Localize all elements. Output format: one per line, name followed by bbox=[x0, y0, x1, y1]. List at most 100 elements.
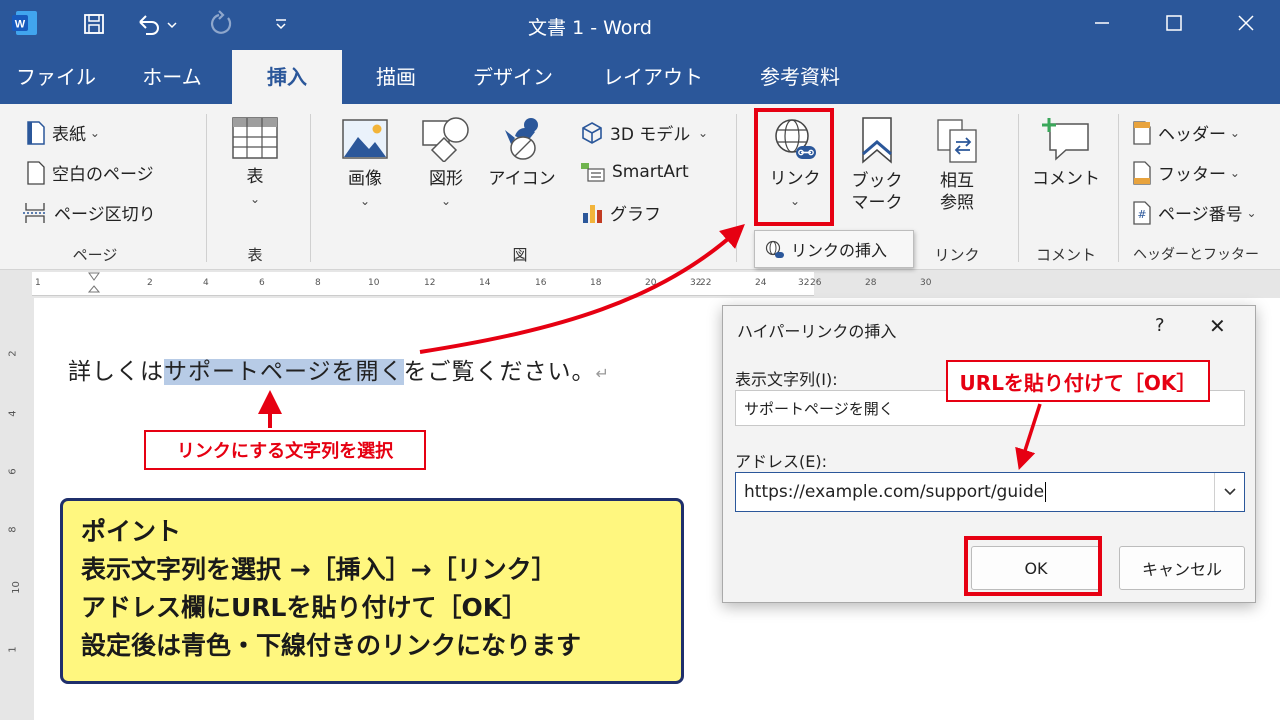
cover-page-icon bbox=[27, 120, 45, 145]
group-separator bbox=[206, 114, 207, 262]
window-title: 文書 1 - Word bbox=[528, 17, 652, 39]
ruler-tick: 6 bbox=[7, 468, 19, 475]
cross-reference-label-1: 相互 bbox=[940, 171, 974, 191]
ruler-tick: 10 bbox=[368, 278, 380, 288]
table-label: 表 bbox=[246, 167, 264, 187]
chart-button[interactable]: グラフ bbox=[580, 200, 661, 225]
cover-page-label: 表紙 bbox=[52, 125, 86, 145]
display-text-label: 表示文字列(I): bbox=[735, 370, 838, 389]
page-number-button[interactable]: # ページ番号 ⌄ bbox=[1132, 200, 1257, 225]
smartart-button[interactable]: SmartArt bbox=[580, 160, 689, 184]
tooltip-text: リンクの挿入 bbox=[791, 241, 888, 260]
point-line: 設定後は青色・下線付きのリンクになります bbox=[81, 631, 582, 660]
ruler-tick: 16 bbox=[535, 278, 547, 288]
chart-label: グラフ bbox=[610, 205, 661, 225]
blank-page-label: 空白のページ bbox=[52, 165, 154, 185]
cube-icon bbox=[582, 121, 602, 144]
cancel-button[interactable]: キャンセル bbox=[1119, 546, 1245, 590]
ribbon: 表紙 ⌄ 空白のページ ページ区切り ページ 表 ⌄ 表 画像 ⌄ 図形 ⌄ ア… bbox=[0, 104, 1280, 270]
paste-url-callout: URLを貼り付けて［OK］ bbox=[946, 360, 1210, 402]
svg-text:#: # bbox=[1137, 208, 1146, 221]
blank-page-icon bbox=[27, 160, 45, 185]
tab-home[interactable]: ホーム bbox=[122, 50, 222, 104]
picture-button[interactable]: 画像 ⌄ bbox=[330, 116, 400, 212]
picture-icon bbox=[342, 119, 388, 159]
dialog-close-icon[interactable]: ✕ bbox=[1209, 314, 1226, 338]
group-label-pages: ページ bbox=[72, 246, 118, 264]
bookmark-label-2: マーク bbox=[851, 193, 903, 213]
group-label-header-footer: ヘッダーとフッター bbox=[1133, 247, 1259, 263]
cross-reference-label-2: 参照 bbox=[940, 193, 974, 213]
group-label-comments: コメント bbox=[1035, 246, 1096, 264]
select-text-callout: リンクにする文字列を選択 bbox=[144, 430, 426, 470]
point-line: 表示文字列を選択 →［挿入］→［リンク］ bbox=[81, 555, 557, 584]
chevron-down-icon bbox=[1223, 488, 1236, 496]
comment-label: コメント bbox=[1032, 169, 1100, 189]
ruler-tick: 18 bbox=[590, 278, 602, 288]
ruler-tick: 1 bbox=[7, 646, 19, 653]
tab-file[interactable]: ファイル bbox=[8, 50, 104, 104]
bookmark-button[interactable]: ブック マーク bbox=[842, 116, 912, 214]
ruler-tick: 4 bbox=[203, 278, 209, 288]
ruler-tick: 12 bbox=[424, 278, 436, 288]
header-icon bbox=[1133, 120, 1151, 145]
indent-marker[interactable] bbox=[88, 272, 100, 296]
chart-icon bbox=[583, 204, 602, 223]
link-button-highlight bbox=[754, 108, 834, 226]
footer-icon bbox=[1133, 160, 1151, 185]
ruler-tick: 2 bbox=[7, 350, 19, 357]
ruler-tick: 24 bbox=[755, 278, 767, 288]
shapes-label: 図形 bbox=[429, 169, 463, 189]
minimize-icon[interactable] bbox=[1070, 0, 1134, 46]
tab-references[interactable]: 参考資料 bbox=[740, 50, 860, 104]
ruler-tick: 32 bbox=[690, 278, 702, 288]
ruler-tick: 8 bbox=[315, 278, 321, 288]
group-separator bbox=[736, 114, 737, 262]
icons-icon bbox=[505, 118, 538, 160]
ruler-tick: 4 bbox=[7, 410, 19, 417]
dialog-title: ハイパーリンクの挿入 bbox=[737, 322, 897, 341]
title-bar: W 文書 1 - Word bbox=[0, 0, 1280, 50]
close-icon[interactable] bbox=[1214, 0, 1278, 46]
link-tooltip: リンクの挿入 bbox=[754, 230, 914, 268]
address-value: https://example.com/support/guide bbox=[744, 482, 1045, 502]
ruler-tick: 22 bbox=[700, 278, 712, 288]
ruler-tick: 6 bbox=[259, 278, 265, 288]
ruler-tick: 20 bbox=[645, 278, 657, 288]
ok-button-highlight bbox=[964, 536, 1102, 596]
comment-button[interactable]: コメント bbox=[1030, 116, 1102, 190]
address-input[interactable]: https://example.com/support/guide bbox=[735, 472, 1245, 512]
cover-page-button[interactable]: 表紙 ⌄ bbox=[26, 120, 100, 145]
document-paragraph[interactable]: 詳しくはサポートページを開くをご覧ください。↵ bbox=[68, 352, 610, 386]
ruler-tick: 28 bbox=[865, 278, 877, 288]
header-button[interactable]: ヘッダー ⌄ bbox=[1132, 120, 1240, 145]
blank-page-button[interactable]: 空白のページ bbox=[26, 160, 154, 185]
footer-label: フッター bbox=[1158, 165, 1226, 185]
footer-button[interactable]: フッター ⌄ bbox=[1132, 160, 1240, 185]
tab-design[interactable]: デザイン bbox=[458, 50, 568, 104]
horizontal-ruler: 1 2 4 6 8 10 12 14 16 18 20 22 24 26 28 … bbox=[32, 272, 931, 296]
group-separator bbox=[1018, 114, 1019, 262]
tab-insert[interactable]: 挿入 bbox=[232, 50, 342, 104]
table-button[interactable]: 表 ⌄ bbox=[222, 116, 288, 210]
tab-draw[interactable]: 描画 bbox=[356, 50, 436, 104]
shapes-button[interactable]: 図形 ⌄ bbox=[412, 116, 480, 212]
ruler-tick: 32 bbox=[798, 278, 810, 288]
link-small-icon bbox=[765, 240, 784, 258]
bookmark-label-1: ブック bbox=[851, 171, 903, 191]
address-dropdown[interactable] bbox=[1214, 473, 1244, 511]
point-box: ポイント 表示文字列を選択 →［挿入］→［リンク］ アドレス欄にURLを貼り付け… bbox=[60, 498, 684, 684]
icons-button[interactable]: アイコン bbox=[486, 116, 558, 190]
group-label-illustrations: 図 bbox=[512, 246, 528, 264]
page-break-button[interactable]: ページ区切り bbox=[22, 200, 156, 225]
selected-text: サポートページを開く bbox=[164, 359, 404, 385]
shapes-icon bbox=[422, 117, 469, 162]
group-label-links: リンク bbox=[934, 246, 980, 264]
group-separator bbox=[1118, 114, 1119, 262]
group-separator bbox=[310, 114, 311, 262]
maximize-icon[interactable] bbox=[1142, 0, 1206, 46]
3d-model-button[interactable]: 3D モデル ⌄ bbox=[580, 120, 708, 145]
cross-reference-button[interactable]: 相互 参照 bbox=[922, 116, 992, 214]
help-icon[interactable]: ? bbox=[1155, 315, 1165, 336]
tab-layout[interactable]: レイアウト bbox=[590, 50, 716, 104]
